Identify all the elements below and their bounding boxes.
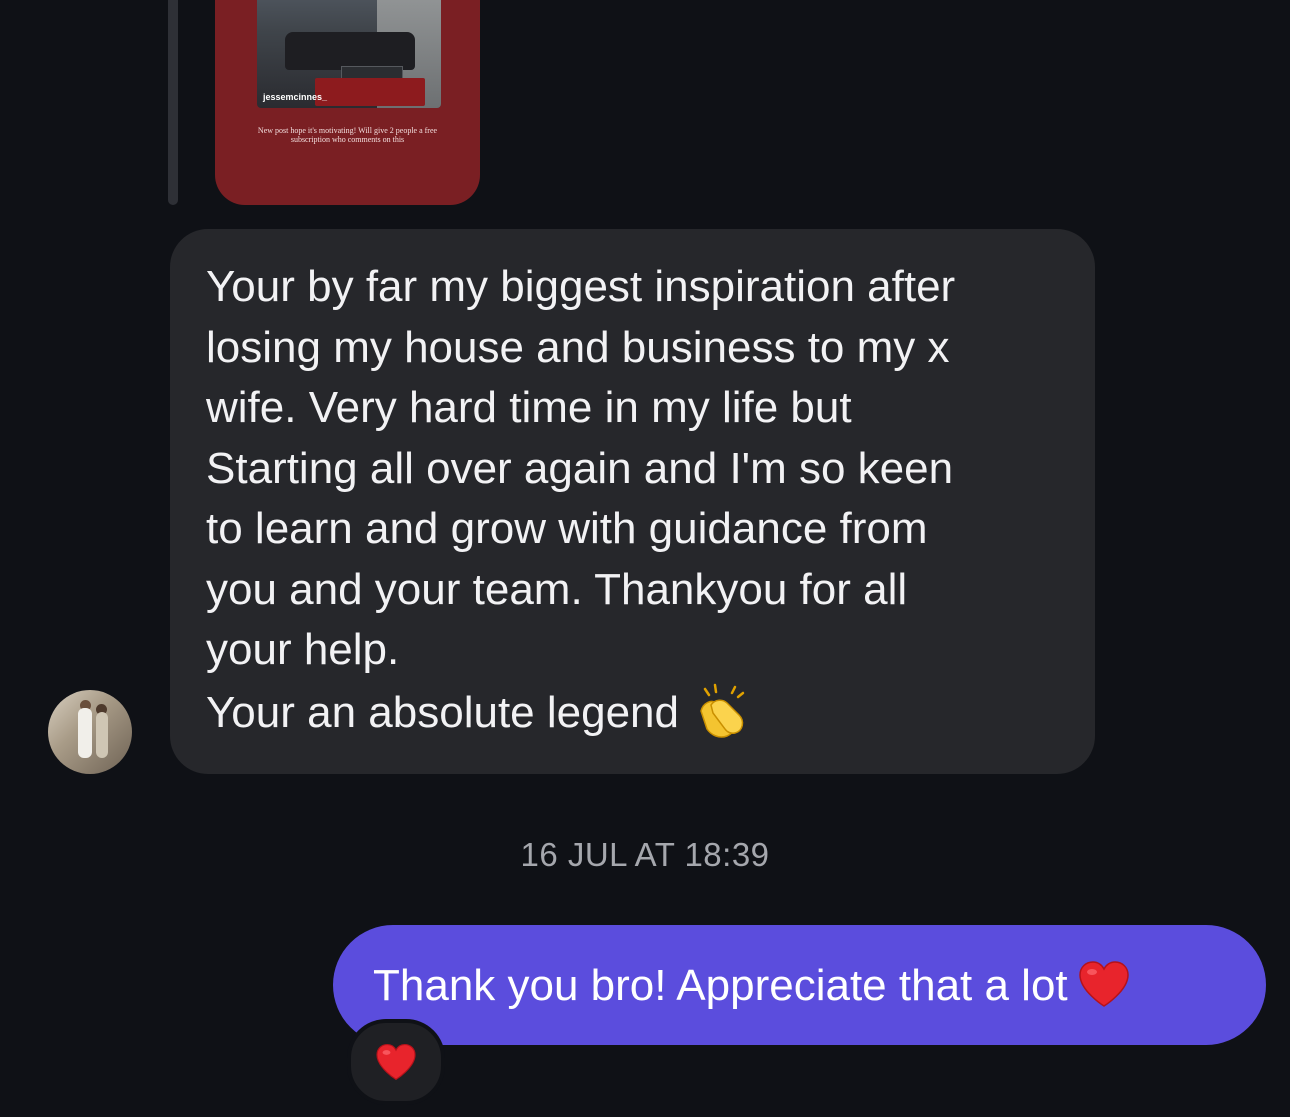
red-heart-icon [1078,960,1129,1007]
incoming-message-bubble[interactable]: Your by far my biggest inspiration after… [170,229,1095,774]
contact-avatar[interactable] [48,690,132,774]
reply-indicator-bar [168,0,178,205]
story-reply-card[interactable]: jessemcinnes_ New post hope it's motivat… [215,0,480,205]
outgoing-message-text: Thank you bro! Appreciate that a lot [373,960,1068,1010]
outgoing-message-bubble[interactable]: Thank you bro! Appreciate that a lot [333,925,1266,1045]
incoming-message-text: Your by far my biggest inspiration after… [206,262,956,737]
story-caption: New post hope it's motivating! Will give… [257,126,438,144]
message-timestamp: 16 JUL AT 18:39 [520,836,770,873]
outgoing-message-content: Thank you bro! Appreciate that a lot [373,960,1130,1011]
message-reaction[interactable] [347,1019,445,1105]
incoming-message-content: Your by far my biggest inspiration after… [206,257,1059,743]
story-username: jessemcinnes_ [263,92,328,102]
red-heart-reaction-icon [376,1043,416,1081]
clapping-hands-icon [700,683,745,738]
